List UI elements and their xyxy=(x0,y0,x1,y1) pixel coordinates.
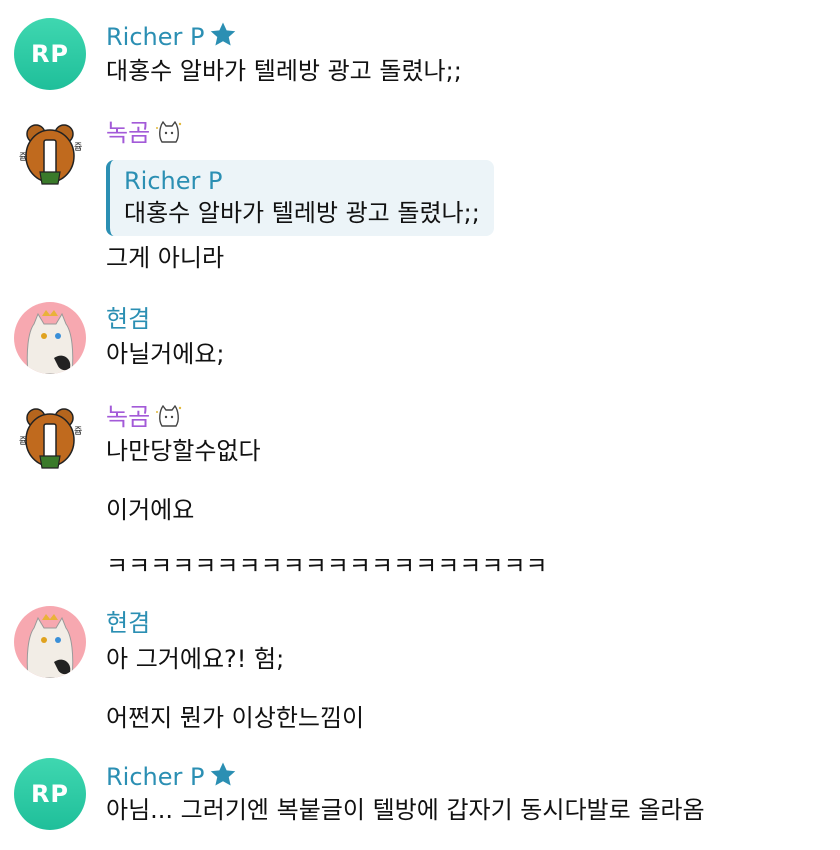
avatar-initials: RP xyxy=(30,780,70,808)
sender-name[interactable]: Richer P xyxy=(106,760,238,797)
avatar-richer-p[interactable]: RP xyxy=(14,18,86,90)
message-line: 어쩐지 뭔가 이상한느낌이 xyxy=(106,704,365,732)
avatar-initials: RP xyxy=(30,40,70,68)
reply-quote[interactable]: Richer P 대홍수 알바가 텔레방 광고 돌렸나;; xyxy=(106,160,494,236)
avatar-cat[interactable] xyxy=(14,302,86,374)
sender-name[interactable]: 녹곰 xyxy=(106,400,184,437)
message-text: 대홍수 알바가 텔레방 광고 돌렸나;; xyxy=(106,57,462,85)
svg-text:쥽: 쥽 xyxy=(74,142,82,153)
message-line: 이거에요 xyxy=(106,496,195,524)
avatar-richer-p[interactable]: RP xyxy=(14,758,86,830)
avatar-bear[interactable]: 쥽 쥽 xyxy=(14,114,86,186)
message-line: ㅋㅋㅋㅋㅋㅋㅋㅋㅋㅋㅋㅋㅋㅋㅋㅋㅋㅋㅋㅋ xyxy=(106,552,548,580)
sender-name[interactable]: Richer P xyxy=(106,20,238,57)
star-icon xyxy=(208,760,238,797)
cat-sticker-icon xyxy=(154,116,184,153)
sender-name[interactable]: 현겸 xyxy=(106,608,150,638)
message-text: 아님... 그러기엔 복붙글이 텔방에 갑자기 동시다발로 올라옴 xyxy=(106,796,705,824)
svg-text:쥽: 쥽 xyxy=(19,436,27,447)
cat-sticker-icon xyxy=(154,400,184,437)
reply-author: Richer P xyxy=(124,167,223,195)
avatar-bear[interactable]: 쥽 쥽 xyxy=(14,398,86,470)
star-icon xyxy=(208,20,238,57)
message-text: 그게 아니라 xyxy=(106,244,225,272)
reply-text: 대홍수 알바가 텔레방 광고 돌렸나;; xyxy=(124,199,480,227)
svg-text:쥽: 쥽 xyxy=(19,152,27,163)
sender-name[interactable]: 녹곰 xyxy=(106,116,184,153)
svg-text:쥽: 쥽 xyxy=(74,426,82,437)
sender-name[interactable]: 현겸 xyxy=(106,304,150,334)
message-line: 나만당할수없다 xyxy=(106,437,261,465)
avatar-cat[interactable] xyxy=(14,606,86,678)
message-text: 아닐거에요; xyxy=(106,340,225,368)
message-line: 아 그거에요?! 험; xyxy=(106,645,285,673)
